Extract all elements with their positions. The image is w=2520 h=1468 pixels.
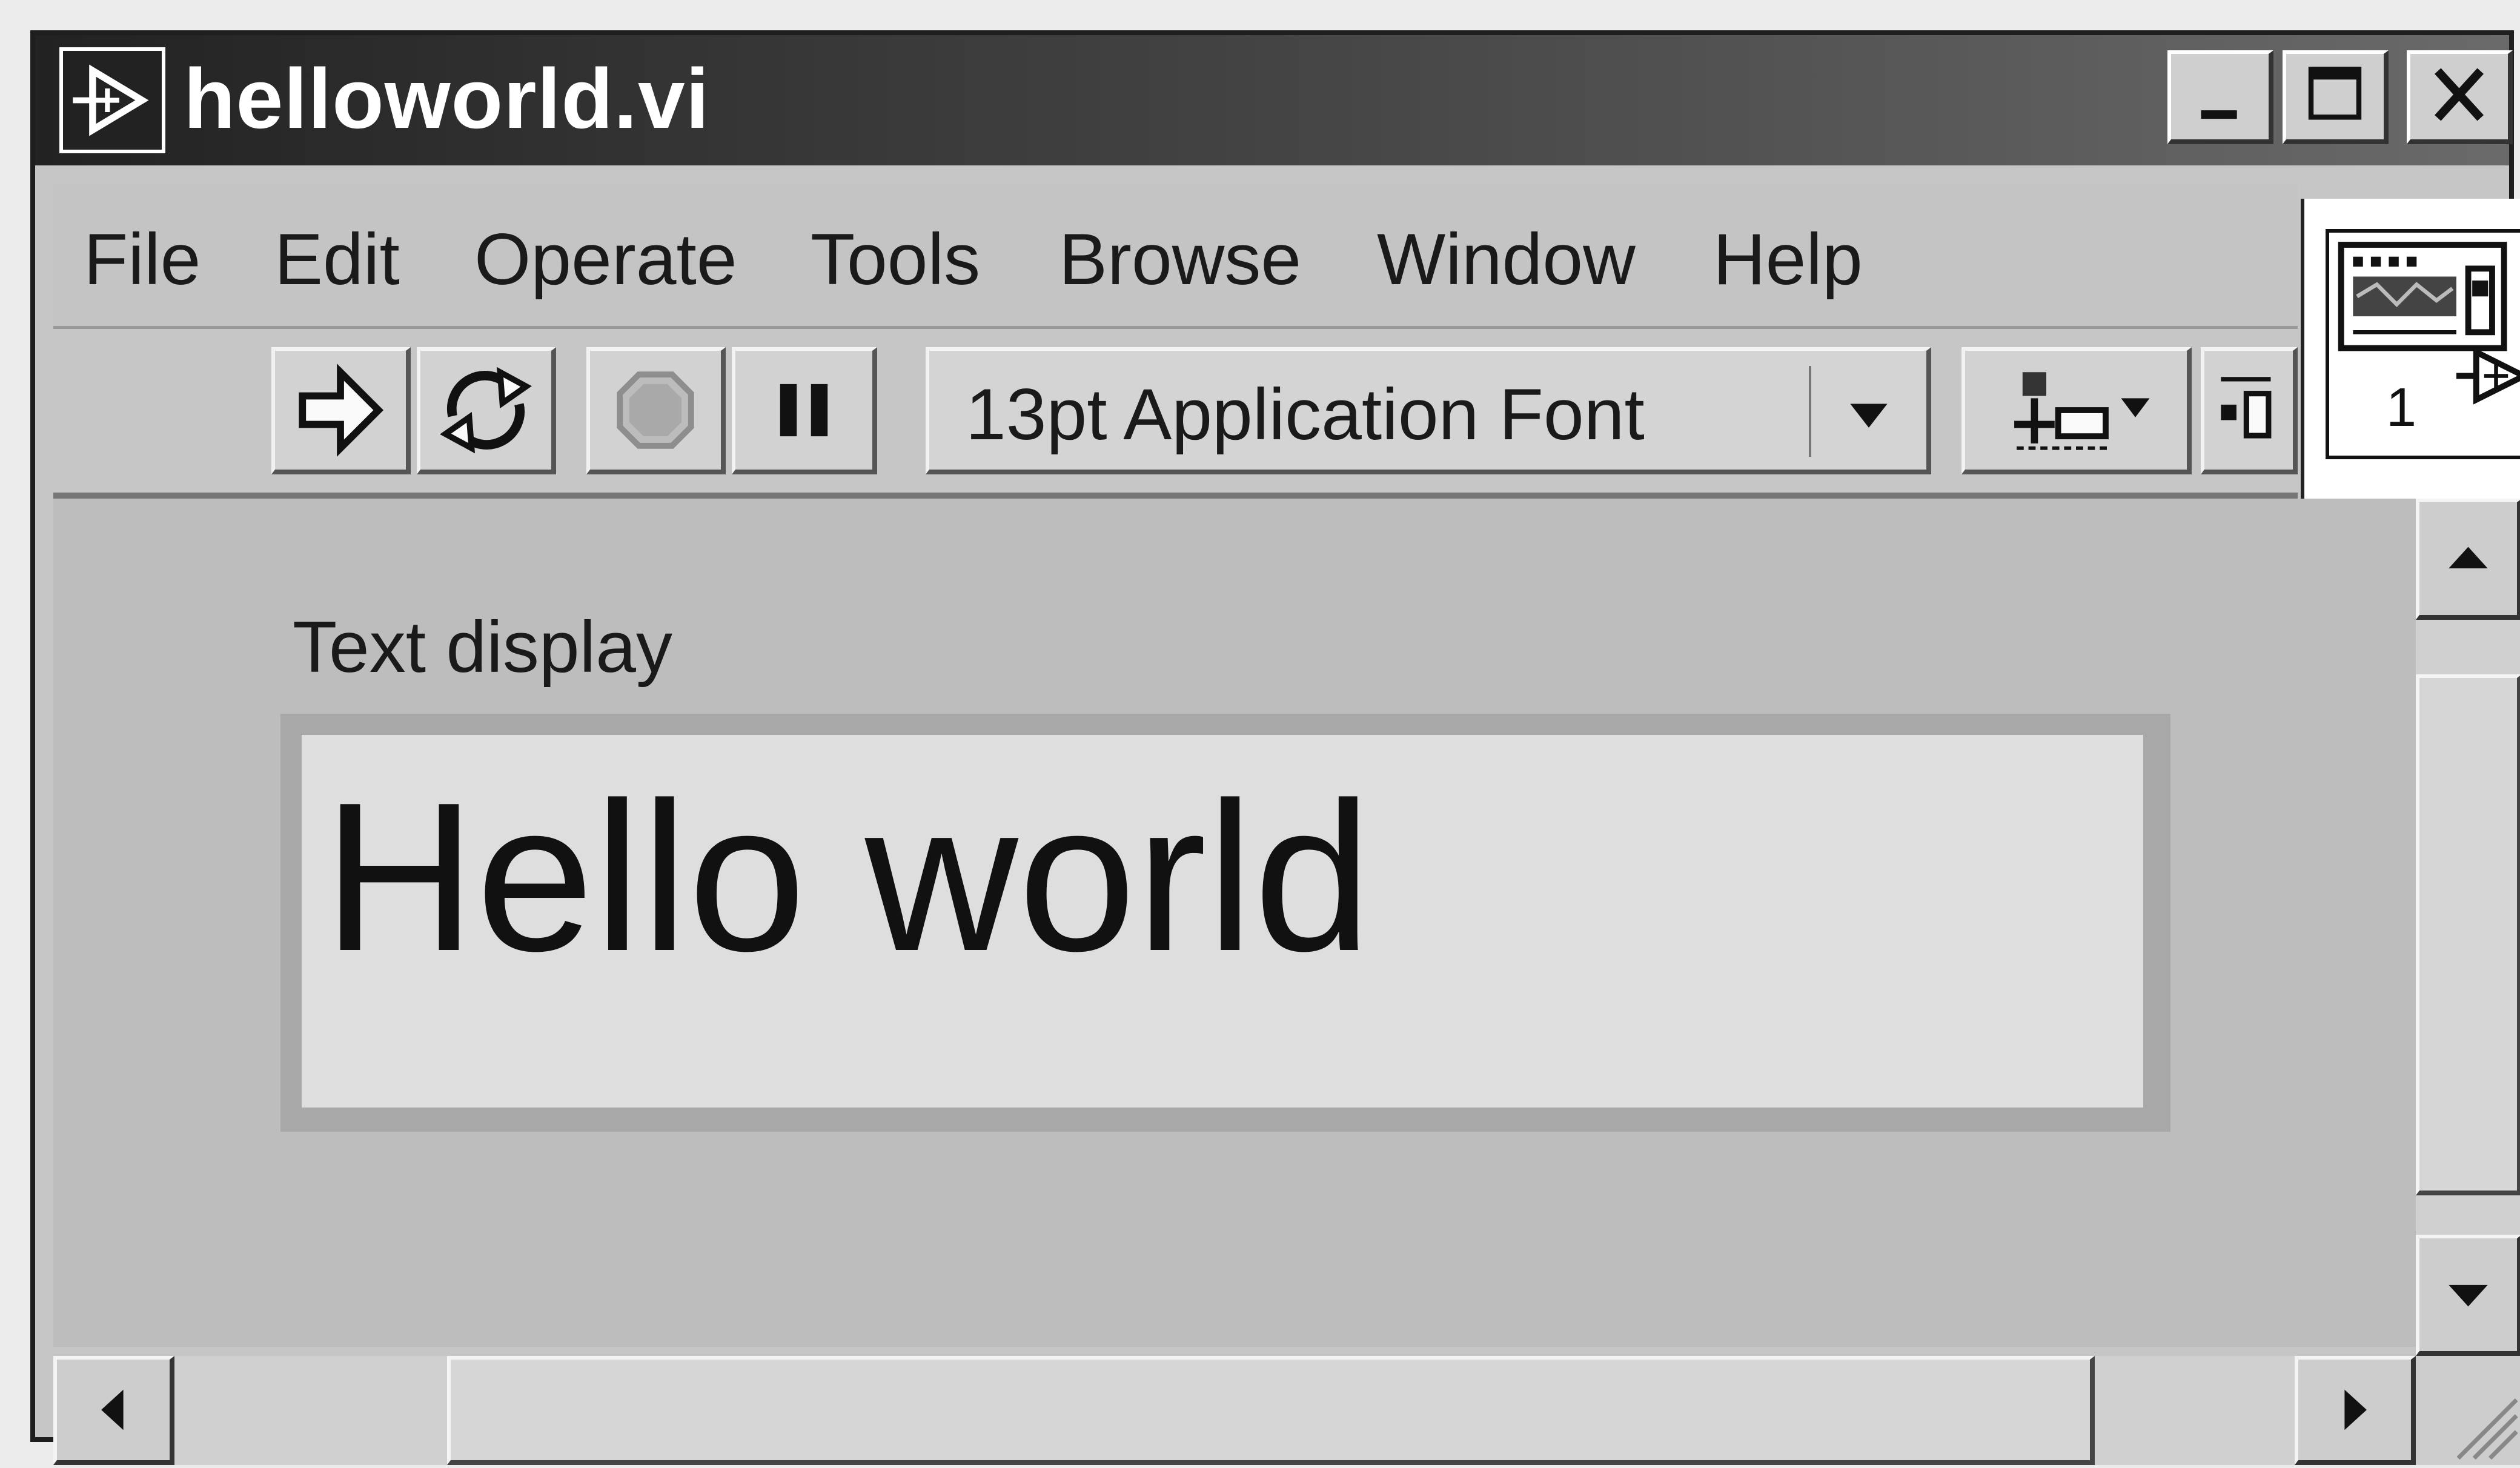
chevron-down-icon (1850, 404, 1888, 428)
vertical-scroll-thumb[interactable] (2416, 674, 2520, 1195)
run-continuously-button[interactable] (417, 347, 556, 474)
distribute-objects-icon (2221, 377, 2272, 439)
run-continuously-icon (440, 367, 532, 454)
indicator-label: Text display (293, 606, 672, 688)
vi-window: helloworld.vi File Edit Operate Tools Br… (30, 30, 2520, 1465)
scroll-left-icon (101, 1389, 124, 1430)
minimize-icon (2201, 110, 2237, 119)
resize-grip-icon (2456, 1398, 2518, 1460)
font-ring-divider (1809, 366, 1811, 457)
resize-grip[interactable] (2416, 1356, 2520, 1465)
string-indicator-body: Hello world (302, 735, 2143, 1108)
horizontal-scroll-thumb[interactable] (447, 1356, 2095, 1465)
toolbar: 13pt Application Font (53, 329, 2298, 499)
run-arrow-icon (299, 364, 384, 457)
menu-tools[interactable]: Tools (811, 220, 980, 299)
vi-connector-icon (2326, 229, 2520, 459)
labview-vi-icon[interactable] (59, 47, 165, 153)
abort-execution-icon (617, 371, 694, 449)
close-button[interactable] (2407, 50, 2513, 144)
menu-edit[interactable]: Edit (274, 220, 400, 299)
scroll-down-button[interactable] (2416, 1235, 2520, 1356)
align-objects-button[interactable] (1961, 347, 2192, 474)
menu-file[interactable]: File (84, 220, 201, 299)
close-icon (2435, 68, 2484, 121)
menu-operate[interactable]: Operate (474, 220, 737, 299)
scroll-right-icon (2344, 1389, 2367, 1430)
menu-browse[interactable]: Browse (1059, 220, 1301, 299)
vertical-scrollbar[interactable] (2416, 499, 2520, 1356)
menu-window[interactable]: Window (1377, 220, 1636, 299)
scroll-up-icon (2449, 546, 2488, 569)
align-objects-icon (2014, 372, 2150, 450)
front-panel: Text display Hello world (53, 499, 2416, 1347)
scroll-down-icon (2449, 1284, 2488, 1307)
window-title: helloworld.vi (184, 51, 710, 146)
maximize-icon (2308, 67, 2362, 120)
text-settings-label: 13pt Application Font (966, 374, 1645, 455)
run-button[interactable] (271, 347, 411, 474)
distribute-objects-button[interactable] (2201, 347, 2298, 474)
minimize-button[interactable] (2167, 50, 2273, 144)
menu-help[interactable]: Help (1713, 220, 1863, 299)
pause-button[interactable] (732, 347, 877, 474)
maximize-button[interactable] (2283, 50, 2389, 144)
scroll-right-button[interactable] (2295, 1356, 2416, 1465)
horizontal-scrollbar[interactable] (53, 1356, 2416, 1465)
connector-pane[interactable]: 1 (2301, 199, 2520, 499)
scroll-up-button[interactable] (2416, 499, 2520, 620)
connector-number: 1 (2386, 377, 2417, 438)
abort-execution-button[interactable] (586, 347, 726, 474)
title-bar[interactable]: helloworld.vi (35, 35, 2513, 165)
scroll-left-button[interactable] (53, 1356, 174, 1465)
string-indicator[interactable]: Hello world (280, 714, 2170, 1132)
menu-bar: File Edit Operate Tools Browse Window He… (53, 184, 2298, 329)
indicator-value: Hello world (323, 759, 1372, 995)
text-settings-ring[interactable]: 13pt Application Font (926, 347, 1931, 474)
pause-icon (780, 384, 828, 437)
